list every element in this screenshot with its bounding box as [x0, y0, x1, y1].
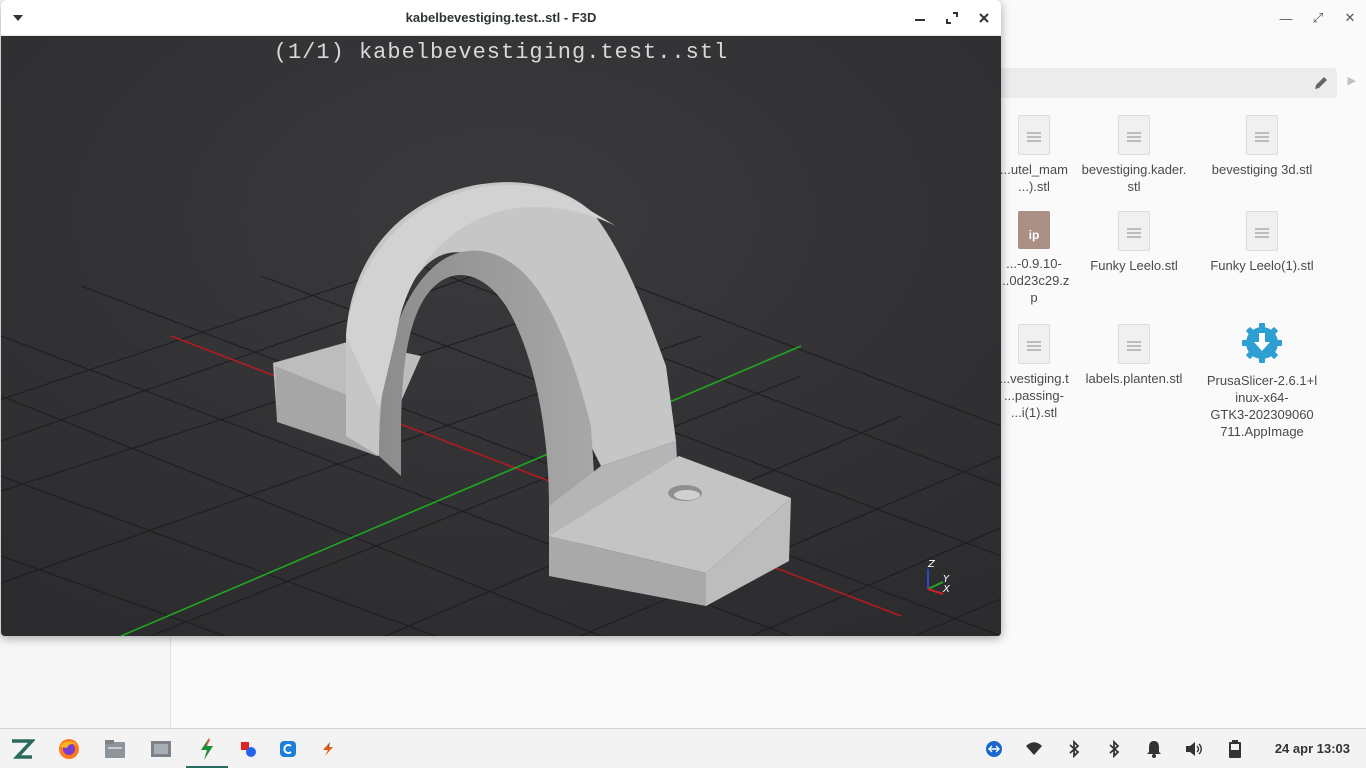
file-item[interactable]: Funky Leelo.stl	[1069, 211, 1199, 274]
file-manager-window-controls: — ⤢ ✕	[1278, 10, 1358, 26]
document-icon	[1118, 324, 1150, 364]
minimize-icon[interactable]: —	[1278, 10, 1294, 26]
bluetooth-icon[interactable]	[1064, 739, 1084, 759]
appimage-icon	[1242, 323, 1282, 363]
maximize-icon[interactable]	[944, 10, 960, 26]
slicer-icon[interactable]	[316, 737, 340, 761]
file-item[interactable]: bevestiging 3d.stl	[1197, 115, 1327, 178]
file-name: bevestiging.kader. stl	[1081, 162, 1187, 194]
window-title: kabelbevestiging.test..stl - F3D	[405, 10, 597, 25]
zorin-menu-icon[interactable]	[8, 737, 36, 761]
browser-icon[interactable]	[276, 737, 300, 761]
notifications-bell-icon[interactable]	[1144, 739, 1164, 759]
3d-viewport[interactable]: Z Y X (1/1) kabelbevestiging.test..stl	[1, 36, 1001, 636]
document-icon	[1246, 211, 1278, 251]
screenshot-icon[interactable]	[149, 737, 173, 761]
file-item[interactable]: PrusaSlicer-2.6.1+l inux-x64- GTK3-20230…	[1197, 322, 1327, 440]
wifi-icon[interactable]	[1024, 739, 1044, 759]
file-item[interactable]: bevestiging.kader. stl	[1069, 115, 1199, 195]
kiro-icon[interactable]	[195, 737, 219, 761]
close-icon[interactable]	[976, 10, 992, 26]
document-icon	[1018, 115, 1050, 155]
clock[interactable]: 24 apr 13:03	[1275, 741, 1350, 756]
file-name: PrusaSlicer-2.6.1+l inux-x64- GTK3-20230…	[1206, 373, 1318, 439]
f3d-window: kabelbevestiging.test..stl - F3D Z Y X (…	[1, 0, 1001, 636]
remote-desktop-icon[interactable]	[984, 739, 1004, 759]
battery-icon[interactable]	[1225, 739, 1245, 759]
bluetooth-icon[interactable]	[1104, 739, 1124, 759]
file-name: bevestiging 3d.stl	[1211, 162, 1313, 177]
file-item[interactable]: Funky Leelo(1).stl	[1197, 211, 1327, 274]
forward-arrow-icon[interactable]: ▶	[1348, 74, 1356, 87]
document-icon	[1018, 324, 1050, 364]
document-icon	[1118, 211, 1150, 251]
archive-badge: ip	[1028, 228, 1040, 242]
screw-hole-inner	[674, 490, 700, 500]
viewport-filename: (1/1) kabelbevestiging.test..stl	[273, 40, 729, 65]
z-axis-label: Z	[927, 559, 936, 570]
firefox-icon[interactable]	[57, 737, 81, 761]
archive-icon: ip	[1018, 211, 1050, 249]
path-bar[interactable]	[995, 68, 1337, 98]
close-icon[interactable]: ✕	[1342, 10, 1358, 26]
viewport-background	[1, 36, 1001, 636]
file-name: Funky Leelo(1).stl	[1210, 258, 1314, 273]
document-icon	[1246, 115, 1278, 155]
file-item[interactable]: labels.planten.stl	[1069, 324, 1199, 387]
file-name: labels.planten.stl	[1085, 371, 1183, 386]
restore-icon[interactable]: ⤢	[1310, 10, 1326, 26]
file-name: Funky Leelo.stl	[1090, 258, 1178, 273]
minimize-icon[interactable]	[912, 10, 928, 26]
taskbar: 24 apr 13:03	[0, 728, 1366, 768]
scene-canvas[interactable]: Z Y X	[1, 36, 1001, 636]
edit-path-icon[interactable]	[1313, 75, 1329, 91]
files-icon[interactable]	[103, 737, 127, 761]
document-icon	[1118, 115, 1150, 155]
settings-icon[interactable]	[236, 737, 260, 761]
volume-icon[interactable]	[1184, 739, 1204, 759]
x-axis-label: X	[942, 584, 951, 595]
f3d-titlebar[interactable]: kabelbevestiging.test..stl - F3D	[1, 0, 1001, 36]
